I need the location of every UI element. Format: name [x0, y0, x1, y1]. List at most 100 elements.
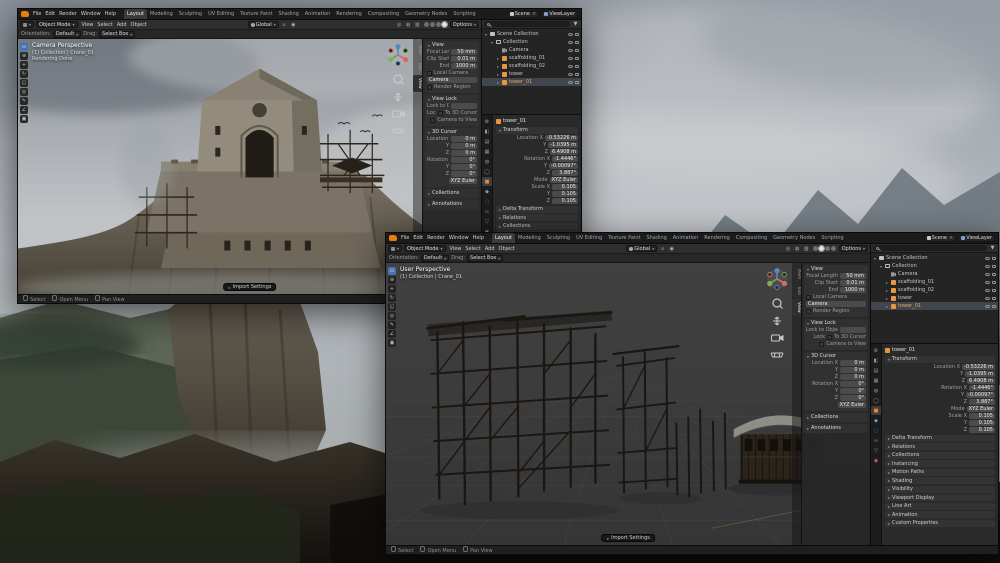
transform-field[interactable]: -1.0395 m	[965, 371, 995, 377]
collapsed-section[interactable]: ▸Collections	[496, 223, 578, 230]
workspace-tab[interactable]: Compositing	[733, 233, 770, 244]
collapsed-section[interactable]: ▸Relations	[496, 214, 578, 221]
sidebar-tab[interactable]: Tool	[413, 59, 422, 74]
collapsed-section[interactable]: ▸Visibility	[885, 486, 995, 493]
render-region-checkbox[interactable]	[806, 309, 811, 314]
menu-item[interactable]: Window	[79, 11, 103, 17]
unlink-icon[interactable]: ×	[949, 235, 953, 241]
cursor-panel-header[interactable]: ▾3D Cursor	[806, 353, 866, 359]
view-panel-header[interactable]: ▾View	[427, 42, 477, 48]
transform-field[interactable]: 0.105	[552, 198, 578, 204]
material-tab-icon[interactable]: ◉	[871, 456, 881, 465]
snapping-magnet-icon[interactable]: ∪	[281, 21, 288, 28]
render-visibility-icon[interactable]	[992, 257, 996, 260]
collapsed-section[interactable]: ▸Viewport Display	[885, 494, 995, 501]
outliner-row[interactable]: Camera	[482, 46, 581, 54]
render-visibility-icon[interactable]	[575, 41, 579, 44]
lock-to-object-field[interactable]	[840, 327, 866, 333]
shading-material-icon[interactable]	[436, 22, 441, 27]
transform-tool-icon[interactable]: ◎	[20, 88, 28, 96]
workspace-tab[interactable]: Shading	[643, 233, 669, 244]
menu-item[interactable]: Render	[57, 11, 79, 17]
cursor-tool-icon[interactable]: ⊕	[388, 276, 396, 284]
render-visibility-icon[interactable]	[575, 33, 579, 36]
sidebar-tab[interactable]: View	[413, 75, 422, 92]
transform-field[interactable]: -1.4446°	[969, 385, 995, 391]
workspace-tab[interactable]: Texture Paint	[605, 233, 643, 244]
overlays-icon[interactable]: ◍	[405, 21, 412, 28]
outliner-search[interactable]	[484, 21, 570, 27]
annotate-tool-icon[interactable]: ✎	[20, 97, 28, 105]
editor-type-button[interactable]: ▾	[388, 245, 402, 252]
hide-eye-icon[interactable]	[568, 81, 573, 84]
viewport-menu-item[interactable]: Object	[129, 22, 149, 28]
modifiers-tab-icon[interactable]: ◆	[482, 187, 492, 196]
cursor-tool-icon[interactable]: ⊕	[20, 52, 28, 60]
render-visibility-icon[interactable]	[992, 297, 996, 300]
workspace-tab[interactable]: Geometry Nodes	[770, 233, 818, 244]
navigation-gizmo[interactable]	[387, 43, 409, 139]
lock-3d-cursor-checkbox[interactable]	[827, 335, 832, 340]
scale-tool-icon[interactable]: ◱	[388, 303, 396, 311]
import-settings-panel[interactable]: ▸Import Settings	[601, 534, 655, 542]
outliner-row[interactable]: ▾ Scene Collection	[871, 254, 998, 262]
value-field[interactable]: 1000 m	[840, 287, 866, 293]
tool-drag-dropdown[interactable]: Select Box▾	[467, 255, 503, 262]
view-layer-tab-icon[interactable]: ▦	[871, 376, 881, 385]
object-tab-icon[interactable]: ■	[871, 406, 881, 415]
viewport-menu-item[interactable]: Add	[483, 246, 497, 252]
viewport-menu-item[interactable]: View	[80, 22, 96, 28]
render-visibility-icon[interactable]	[575, 49, 579, 52]
xray-icon[interactable]: ▥	[803, 245, 810, 252]
rotate-tool-icon[interactable]: ↻	[388, 294, 396, 302]
collapsed-section[interactable]: ▸Instancing	[885, 460, 995, 467]
mode-dropdown[interactable]: Object Mode▾	[36, 21, 78, 28]
editor-type-button[interactable]: ▾	[20, 21, 34, 28]
collapsed-section[interactable]: ▸Custom Properties	[885, 520, 995, 527]
value-field[interactable]: 0°	[840, 388, 866, 394]
workspace-tab[interactable]: Shading	[275, 9, 301, 20]
transform-field[interactable]: -0.00097°	[966, 392, 995, 398]
tool-orientation-dropdown[interactable]: Default▾	[421, 255, 449, 262]
hide-eye-icon[interactable]	[568, 41, 573, 44]
workspace-tab[interactable]: Sculpting	[176, 9, 205, 20]
collapsed-section[interactable]: ▸Motion Paths	[885, 469, 995, 476]
render-visibility-icon[interactable]	[992, 273, 996, 276]
value-field[interactable]: 0°	[451, 171, 477, 177]
hide-eye-icon[interactable]	[985, 289, 990, 292]
value-field[interactable]: 50 mm	[840, 273, 866, 279]
shading-wireframe-icon[interactable]	[813, 246, 818, 251]
hide-eye-icon[interactable]	[985, 273, 990, 276]
scene-tab-icon[interactable]: ◍	[871, 386, 881, 395]
view-layer-selector[interactable]: ViewLayer	[958, 235, 995, 242]
render-visibility-icon[interactable]	[575, 73, 579, 76]
add-cube-tool-icon[interactable]: ▣	[20, 115, 28, 123]
workspace-tab[interactable]: Rendering	[701, 233, 733, 244]
local-camera-checkbox[interactable]	[806, 295, 811, 300]
workspace-tab[interactable]: Modeling	[515, 233, 544, 244]
menu-item[interactable]: Edit	[411, 235, 425, 241]
tool-tab-icon[interactable]: ⚙	[871, 346, 881, 355]
outliner-row[interactable]: ▸ scaffolding_01	[482, 54, 581, 62]
filter-icon[interactable]: ▼	[989, 245, 996, 252]
menu-item[interactable]: Help	[471, 235, 486, 241]
workspace-tab[interactable]: Texture Paint	[237, 9, 275, 20]
add-cube-tool-icon[interactable]: ▣	[388, 339, 396, 347]
render-visibility-icon[interactable]	[575, 65, 579, 68]
select-box-tool-icon[interactable]: ▭	[388, 267, 396, 275]
value-field[interactable]: 0°	[451, 164, 477, 170]
workspace-tab[interactable]: Layout	[492, 233, 515, 244]
mode-dropdown[interactable]: Object Mode▾	[404, 245, 446, 252]
hide-eye-icon[interactable]	[985, 305, 990, 308]
transform-orientation-dropdown[interactable]: Global▾	[626, 245, 657, 252]
value-field[interactable]: 0°	[840, 395, 866, 401]
camera-field[interactable]: Camera	[427, 77, 477, 83]
collapsed-section[interactable]: ▸Delta Transform	[885, 435, 995, 442]
shading-material-icon[interactable]	[825, 246, 830, 251]
value-field[interactable]: 0 m	[840, 374, 866, 380]
lock-3d-cursor-checkbox[interactable]	[438, 111, 443, 116]
outliner-row[interactable]: ▸ scaffolding_01	[871, 278, 998, 286]
render-tab-icon[interactable]: ◧	[482, 127, 492, 136]
workspace-tab[interactable]: Sculpting	[544, 233, 573, 244]
collapsed-section[interactable]: ▸Line Art	[885, 503, 995, 510]
